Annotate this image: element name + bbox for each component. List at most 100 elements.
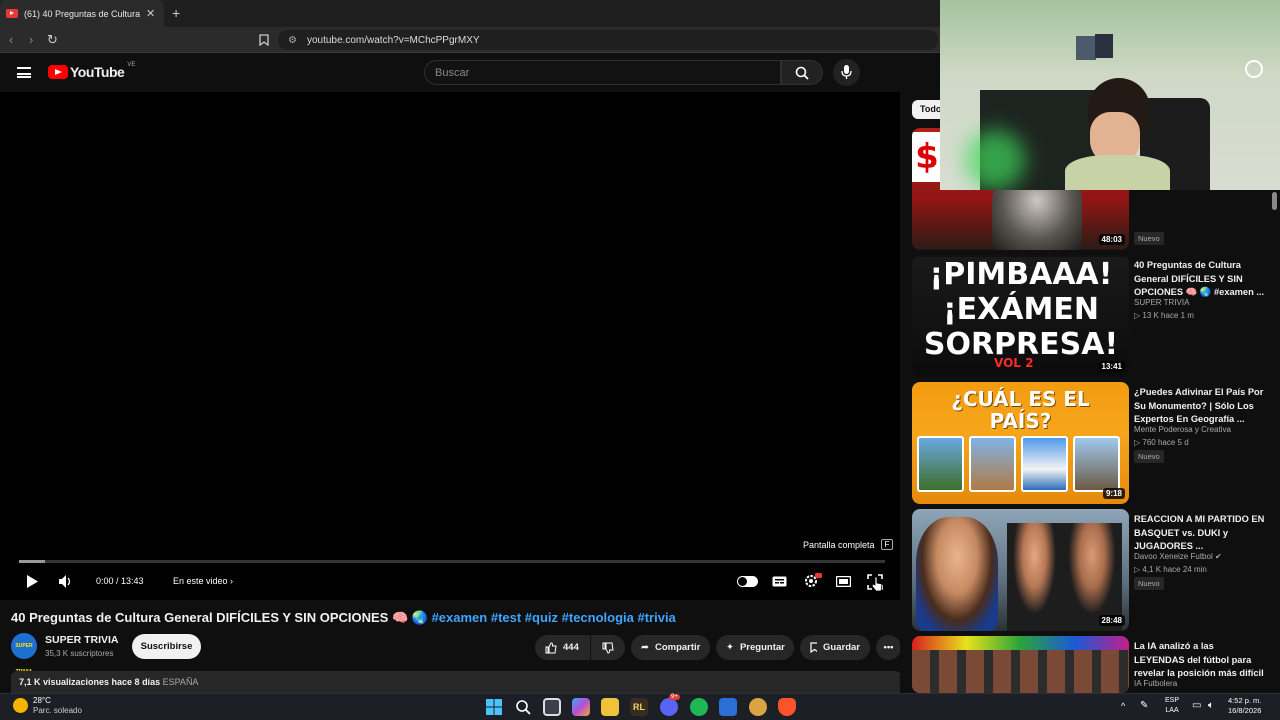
share-label: Compartir <box>654 642 701 653</box>
more-actions-button[interactable]: ••• <box>876 635 901 660</box>
recommendation-title[interactable]: ¿Puedes Adivinar El País Por Su Monument… <box>1134 386 1266 427</box>
bookmark-icon[interactable] <box>259 34 269 46</box>
search-button[interactable] <box>781 60 823 85</box>
description-box[interactable]: 7,1 K visualizaciones hace 8 días ESPAÑA <box>11 671 901 693</box>
volume-icon[interactable] <box>58 575 72 588</box>
voice-search-button[interactable] <box>833 59 860 86</box>
hamburger-menu-icon[interactable] <box>17 67 31 78</box>
views-and-date: 7,1 K visualizaciones hace 8 días <box>19 677 161 687</box>
recommendation-channel[interactable]: SUPER TRIVIA <box>1134 298 1189 307</box>
save-button[interactable]: Guardar <box>800 635 870 660</box>
close-tab-icon[interactable]: ✕ <box>146 7 155 20</box>
file-explorer-icon[interactable] <box>601 698 619 716</box>
youtube-logo[interactable]: YouTube VE <box>48 62 135 80</box>
webcam-overlay <box>940 0 1280 190</box>
windows-start-icon[interactable] <box>485 698 503 716</box>
chapters-button[interactable]: En este video › <box>173 576 233 586</box>
like-button[interactable]: 444 <box>535 635 590 660</box>
sidebar-scrollbar[interactable] <box>1270 190 1278 690</box>
monument-image-moai <box>1073 436 1120 492</box>
game-app-icon[interactable] <box>749 698 767 716</box>
recommendation-thumbnail[interactable]: ¿CUÁL ES EL PAÍS? 9:18 <box>912 382 1129 504</box>
video-country: ESPAÑA <box>162 677 199 687</box>
share-button[interactable]: ➦ Compartir <box>631 635 710 660</box>
progress-bar[interactable] <box>19 560 885 563</box>
thumbnail-text: ¡PIMBAAA! ¡EXÁMEN SORPRESA! <box>923 257 1119 362</box>
sunny-weather-icon[interactable] <box>13 698 28 713</box>
video-duration: 13:41 <box>1098 361 1125 372</box>
show-hidden-icons-chevron-icon[interactable]: ^ <box>1121 701 1125 711</box>
microsoft-store-icon[interactable] <box>719 698 737 716</box>
recommendation-item[interactable]: ¡PIMBAAA! ¡EXÁMEN SORPRESA! VOL 2 13:41 … <box>912 255 1280 377</box>
video-title-text: 40 Preguntas de Cultura General DIFÍCILE… <box>11 610 428 625</box>
theater-mode-icon[interactable] <box>836 576 851 587</box>
recommendation-title[interactable]: La IA analizó a las LEYENDAS del fútbol … <box>1134 640 1266 681</box>
pen-tray-icon[interactable]: ✎ <box>1140 700 1148 711</box>
settings-icon[interactable] <box>804 573 822 588</box>
recommendation-channel[interactable]: IA Futbolera <box>1134 679 1177 688</box>
discord-icon[interactable]: 9+ <box>660 694 680 716</box>
reload-icon[interactable]: ↻ <box>47 32 58 48</box>
youtube-header: YouTube VE Buscar <box>0 54 940 92</box>
forward-icon[interactable]: › <box>29 32 33 47</box>
new-badge: Nuevo <box>1134 450 1164 463</box>
recommendation-item[interactable]: ¿CUÁL ES EL PAÍS? 9:18 ¿Puedes Adivinar … <box>912 382 1280 504</box>
new-tab-icon[interactable]: + <box>172 5 180 21</box>
back-icon[interactable]: ‹ <box>9 32 13 47</box>
taskbar-search-icon[interactable] <box>514 698 532 716</box>
video-duration: 9:18 <box>1102 488 1125 499</box>
task-view-icon[interactable] <box>543 698 561 716</box>
thumbnail-vol-label: VOL 2 <box>994 356 1034 370</box>
autoplay-toggle[interactable] <box>737 576 758 587</box>
ask-button[interactable]: ✦ Preguntar <box>716 635 794 660</box>
youtube-logo-text: YouTube <box>70 64 125 80</box>
recommendation-item[interactable]: La IA analizó a las LEYENDAS del fútbol … <box>912 636 1280 693</box>
monument-image-colosseum <box>969 436 1016 492</box>
video-hashtags[interactable]: #examen #test #quiz #tecnologia #trivia <box>432 610 676 625</box>
more-options-icon: ••• <box>883 642 894 653</box>
thumbnail-player <box>1007 523 1062 631</box>
chapters-label: En este video <box>173 576 228 586</box>
copilot-icon[interactable] <box>572 698 590 716</box>
video-player[interactable]: Pantalla completa F 0:00 / 13:43 En este… <box>0 92 900 600</box>
url-bar[interactable]: ⚙ youtube.com/watch?v=MChcPPgrMXY <box>278 30 938 50</box>
language-indicator[interactable]: ESP LAA <box>1165 696 1179 716</box>
video-title: 40 Preguntas de Cultura General DIFÍCILE… <box>11 610 676 626</box>
recommendation-channel[interactable]: Mente Poderosa y Creativa <box>1134 425 1231 434</box>
channel-name[interactable]: SUPER TRIVIA <box>45 634 119 646</box>
scrollbar-thumb[interactable] <box>1272 192 1277 210</box>
recommendation-channel[interactable]: Davoo Xeneize Futbol ✔ <box>1134 552 1222 561</box>
browser-tab[interactable]: (61) 40 Preguntas de Cultura General DIF… <box>0 0 164 27</box>
recommendation-item[interactable]: 28:48 REACCION A MI PARTIDO EN BASQUET v… <box>912 509 1280 631</box>
weather-temperature[interactable]: 28°C <box>33 696 51 705</box>
subtitles-icon[interactable] <box>772 576 787 587</box>
webcam-ring-light <box>1245 60 1263 78</box>
system-clock[interactable]: 4:52 p. m. 16/8/2026 <box>1228 696 1261 716</box>
search-icon <box>795 66 809 80</box>
microphone-icon <box>841 65 852 79</box>
recommendation-thumbnail[interactable]: ¡PIMBAAA! ¡EXÁMEN SORPRESA! VOL 2 13:41 <box>912 255 1129 377</box>
spotify-icon[interactable] <box>690 698 708 716</box>
recommendation-thumbnail[interactable]: 28:48 <box>912 509 1129 631</box>
subscribe-button[interactable]: Suscribirse <box>132 634 201 659</box>
monument-image-santorini <box>1021 436 1068 492</box>
webcam-green-light <box>965 130 1025 190</box>
brave-browser-icon[interactable] <box>778 698 796 716</box>
youtube-play-logo-icon <box>48 65 68 79</box>
save-label: Guardar <box>823 642 860 653</box>
speaker-icon[interactable]: 🔈︎ <box>1208 700 1214 711</box>
dislike-button[interactable] <box>591 635 625 660</box>
share-icon: ➦ <box>641 642 649 653</box>
network-icon[interactable]: ▭ <box>1192 700 1201 711</box>
recommendation-title[interactable]: REACCION A MI PARTIDO EN BASQUET vs. DUK… <box>1134 513 1266 554</box>
recommendation-title[interactable]: 40 Preguntas de Cultura General DIFÍCILE… <box>1134 259 1266 300</box>
recommendation-thumbnail[interactable] <box>912 636 1129 693</box>
search-input[interactable]: Buscar <box>424 60 781 85</box>
time-display: 0:00 / 13:43 <box>96 576 144 586</box>
weather-description[interactable]: Parc. soleado <box>33 706 82 715</box>
channel-avatar[interactable]: SUPER TRIVIA <box>11 633 37 675</box>
like-count: 444 <box>563 642 579 653</box>
rl-app-icon[interactable]: RL <box>630 698 648 716</box>
play-icon[interactable] <box>26 575 38 588</box>
site-info-icon[interactable]: ⚙ <box>288 35 297 46</box>
